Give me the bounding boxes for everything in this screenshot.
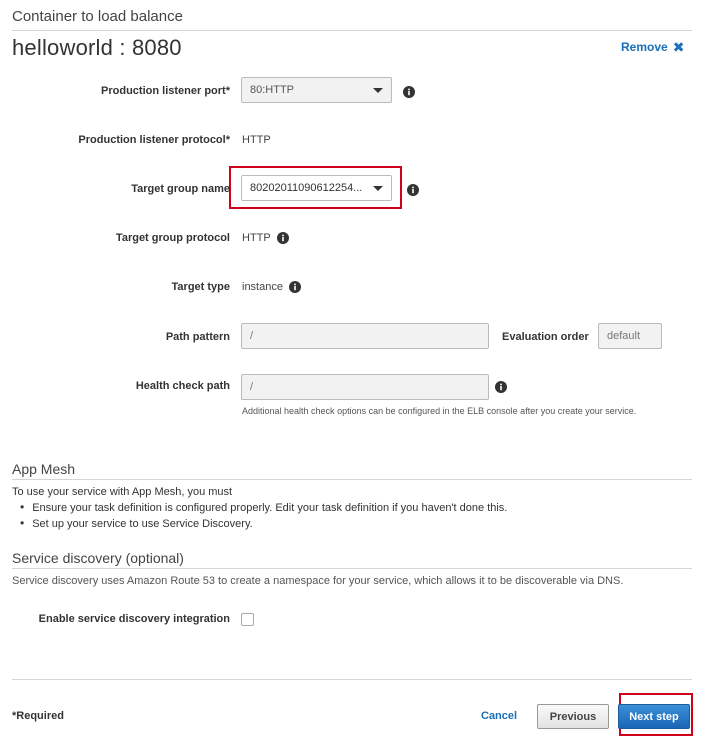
health-check-path-input[interactable]: / [241, 374, 489, 400]
production-listener-port-value: 80:HTTP [250, 84, 295, 96]
next-step-button[interactable]: Next step [618, 704, 690, 729]
divider [12, 479, 692, 480]
info-icon[interactable] [495, 381, 507, 393]
health-check-help-text: Additional health check options can be c… [242, 406, 637, 416]
target-group-protocol-label: Target group protocol [115, 232, 230, 244]
path-pattern-label: Path pattern [165, 331, 230, 343]
required-note: *Required [12, 710, 64, 722]
container-name: helloworld : 8080 [12, 35, 182, 60]
bullet: • [20, 500, 25, 514]
info-icon[interactable] [407, 184, 419, 196]
target-group-protocol-value: HTTP [242, 232, 289, 244]
target-group-name-select[interactable]: 80202011090612254... [241, 175, 392, 201]
target-type-label: Target type [171, 281, 230, 293]
remove-button[interactable]: Remove ✖ [621, 40, 684, 54]
section-title-app-mesh: App Mesh [12, 461, 76, 477]
divider [12, 679, 692, 680]
list-item-text: Set up your service to use Service Disco… [32, 518, 253, 530]
target-type-value: instance [242, 281, 301, 293]
info-icon[interactable] [403, 86, 415, 98]
list-item: • Set up your service to use Service Dis… [20, 516, 253, 530]
close-icon: ✖ [672, 39, 685, 55]
divider [12, 30, 692, 31]
app-mesh-intro: To use your service with App Mesh, you m… [12, 486, 233, 498]
section-title-container: Container to load balance [12, 8, 183, 25]
chevron-down-icon [373, 186, 383, 191]
production-listener-protocol-text: HTTP [242, 134, 271, 146]
path-pattern-value: / [250, 330, 254, 342]
chevron-down-icon [373, 88, 383, 93]
target-group-protocol-text: HTTP [242, 232, 271, 244]
previous-button[interactable]: Previous [537, 704, 609, 729]
health-check-path-value: / [250, 381, 254, 393]
list-item-text: Ensure your task definition is configure… [32, 502, 508, 514]
production-listener-protocol-label: Production listener protocol* [78, 134, 230, 146]
enable-service-discovery-label: Enable service discovery integration [38, 613, 230, 625]
enable-service-discovery-checkbox[interactable] [241, 613, 254, 626]
cancel-button[interactable]: Cancel [481, 710, 517, 722]
target-group-name-value: 80202011090612254... [250, 182, 363, 194]
info-icon[interactable] [276, 232, 289, 244]
target-group-name-label: Target group name [131, 183, 230, 195]
target-type-text: instance [242, 281, 283, 293]
production-listener-port-label: Production listener port* [101, 85, 230, 97]
bullet: • [20, 516, 25, 530]
remove-label: Remove [621, 40, 668, 54]
service-discovery-description: Service discovery uses Amazon Route 53 t… [12, 575, 624, 587]
production-listener-protocol-value: HTTP [242, 134, 271, 146]
path-pattern-input[interactable]: / [241, 323, 489, 349]
health-check-path-label: Health check path [135, 380, 230, 392]
section-title-service-discovery: Service discovery (optional) [12, 550, 184, 566]
info-icon[interactable] [288, 281, 301, 293]
evaluation-order-label: Evaluation order [502, 331, 589, 343]
evaluation-order-value: default [607, 330, 641, 342]
divider [12, 568, 692, 569]
evaluation-order-input[interactable]: default [598, 323, 662, 349]
list-item: • Ensure your task definition is configu… [20, 500, 508, 514]
production-listener-port-select[interactable]: 80:HTTP [241, 77, 392, 103]
